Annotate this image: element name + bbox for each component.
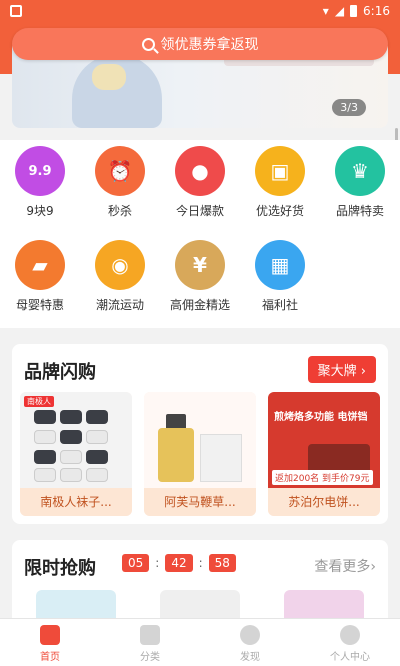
- banner-bottle: [92, 64, 126, 90]
- tab-home[interactable]: 首页: [0, 619, 100, 666]
- tab-discover[interactable]: 发现: [200, 619, 300, 666]
- product-name: 阿芙马鞭草...: [144, 488, 256, 516]
- flame-icon: ●: [175, 146, 225, 196]
- bottom-tab-bar: 首页 分类 发现 个人中心: [0, 618, 400, 666]
- category-item[interactable]: ● 今日爆款: [160, 146, 240, 219]
- notification-icon: [10, 5, 22, 17]
- signal-icon: ◢: [334, 4, 345, 18]
- countdown-timer: 05 : 42 : 58: [122, 554, 236, 572]
- user-icon: [340, 625, 360, 645]
- category-label: 优选好货: [255, 204, 304, 218]
- status-bar: ▾ ◢ 6:16: [0, 0, 400, 22]
- status-time: 6:16: [363, 4, 390, 18]
- category-label: 品牌特卖: [335, 204, 384, 218]
- product-name: 南极人袜子...: [20, 488, 132, 516]
- timer-hours: 05: [122, 554, 150, 572]
- product-image: 南极人: [20, 392, 132, 488]
- brand-more-button[interactable]: 聚大牌 ›: [307, 356, 376, 383]
- category-item[interactable]: ▰ 母婴特惠: [0, 240, 80, 313]
- home-bag-icon: [40, 625, 60, 645]
- banner-pager: 3/3: [332, 99, 366, 116]
- flash-section-title: 限时抢购: [24, 558, 96, 579]
- category-label: 今日爆款: [175, 204, 224, 218]
- category-item[interactable]: ▣ 优选好货: [240, 146, 320, 219]
- category-label: 福利社: [261, 298, 298, 312]
- see-more-link[interactable]: 查看更多›: [314, 556, 376, 576]
- brand-section-title: 品牌闪购: [24, 362, 96, 383]
- tab-label: 个人中心: [330, 652, 370, 663]
- product-name: 苏泊尔电饼...: [268, 488, 380, 516]
- tab-profile[interactable]: 个人中心: [300, 619, 400, 666]
- category-item[interactable]: ▦ 福利社: [240, 240, 320, 313]
- money-bag-icon: ¥: [175, 240, 225, 290]
- category-item[interactable]: ¥ 高佣金精选: [160, 240, 240, 313]
- category-item[interactable]: ◉ 潮流运动: [80, 240, 160, 313]
- category-label: 9块9: [26, 204, 54, 218]
- compass-icon: [240, 625, 260, 645]
- gift-box-icon: ▦: [255, 240, 305, 290]
- search-icon: [141, 37, 155, 51]
- crown-icon: ♛: [335, 146, 385, 196]
- category-label: 母婴特惠: [15, 298, 64, 312]
- brand-product-card[interactable]: 阿芙马鞭草...: [144, 392, 256, 516]
- brand-flash-section: 品牌闪购 聚大牌 › 南极人 南极人袜子... 阿芙马鞭草... 煎烤烙多功能 …: [12, 344, 388, 524]
- product-image: [144, 392, 256, 488]
- category-item[interactable]: ⏰ 秒杀: [80, 146, 160, 219]
- brand-product-card[interactable]: 煎烤烙多功能 电饼铛 返加200名 到手价79元 苏泊尔电饼...: [268, 392, 380, 516]
- flash-sale-section: 限时抢购 05 : 42 : 58 查看更多›: [12, 540, 388, 630]
- basketball-icon: ◉: [95, 240, 145, 290]
- tab-category[interactable]: 分类: [100, 619, 200, 666]
- category-item[interactable]: 9.9 9块9: [0, 146, 80, 219]
- product-image-text: 煎烤烙多功能 电饼铛: [274, 412, 368, 423]
- nine-nine-icon: 9.9: [15, 146, 65, 196]
- tab-label: 首页: [40, 652, 60, 663]
- grid-icon: [140, 625, 160, 645]
- category-label: 秒杀: [107, 204, 132, 218]
- product-price-tag: 返加200名 到手价79元: [272, 470, 373, 485]
- search-placeholder: 领优惠券拿返现: [160, 37, 259, 53]
- category-grid: 9.9 9块9 ⏰ 秒杀 ● 今日爆款 ▣ 优选好货 ♛ 品牌特卖 ▰ 母婴特惠 ◉ 潮流运动 ¥ 高佣金精选…: [0, 140, 400, 328]
- category-label: 潮流运动: [95, 298, 144, 312]
- alarm-clock-icon: ⏰: [95, 146, 145, 196]
- category-label: 高佣金精选: [169, 298, 230, 312]
- baby-bottle-icon: ▰: [15, 240, 65, 290]
- tab-label: 发现: [240, 652, 260, 663]
- battery-icon: [350, 5, 358, 17]
- shopping-bag-icon: ▣: [255, 146, 305, 196]
- tab-label: 分类: [140, 652, 160, 663]
- category-item[interactable]: ♛ 品牌特卖: [320, 146, 400, 219]
- brand-product-card[interactable]: 南极人 南极人袜子...: [20, 392, 132, 516]
- timer-seconds: 58: [208, 554, 236, 572]
- wifi-icon: ▾: [322, 4, 329, 18]
- brand-badge: 南极人: [24, 396, 54, 407]
- product-image: 煎烤烙多功能 电饼铛 返加200名 到手价79元: [268, 392, 380, 488]
- timer-minutes: 42: [165, 554, 193, 572]
- search-bar[interactable]: 领优惠券拿返现: [12, 28, 388, 60]
